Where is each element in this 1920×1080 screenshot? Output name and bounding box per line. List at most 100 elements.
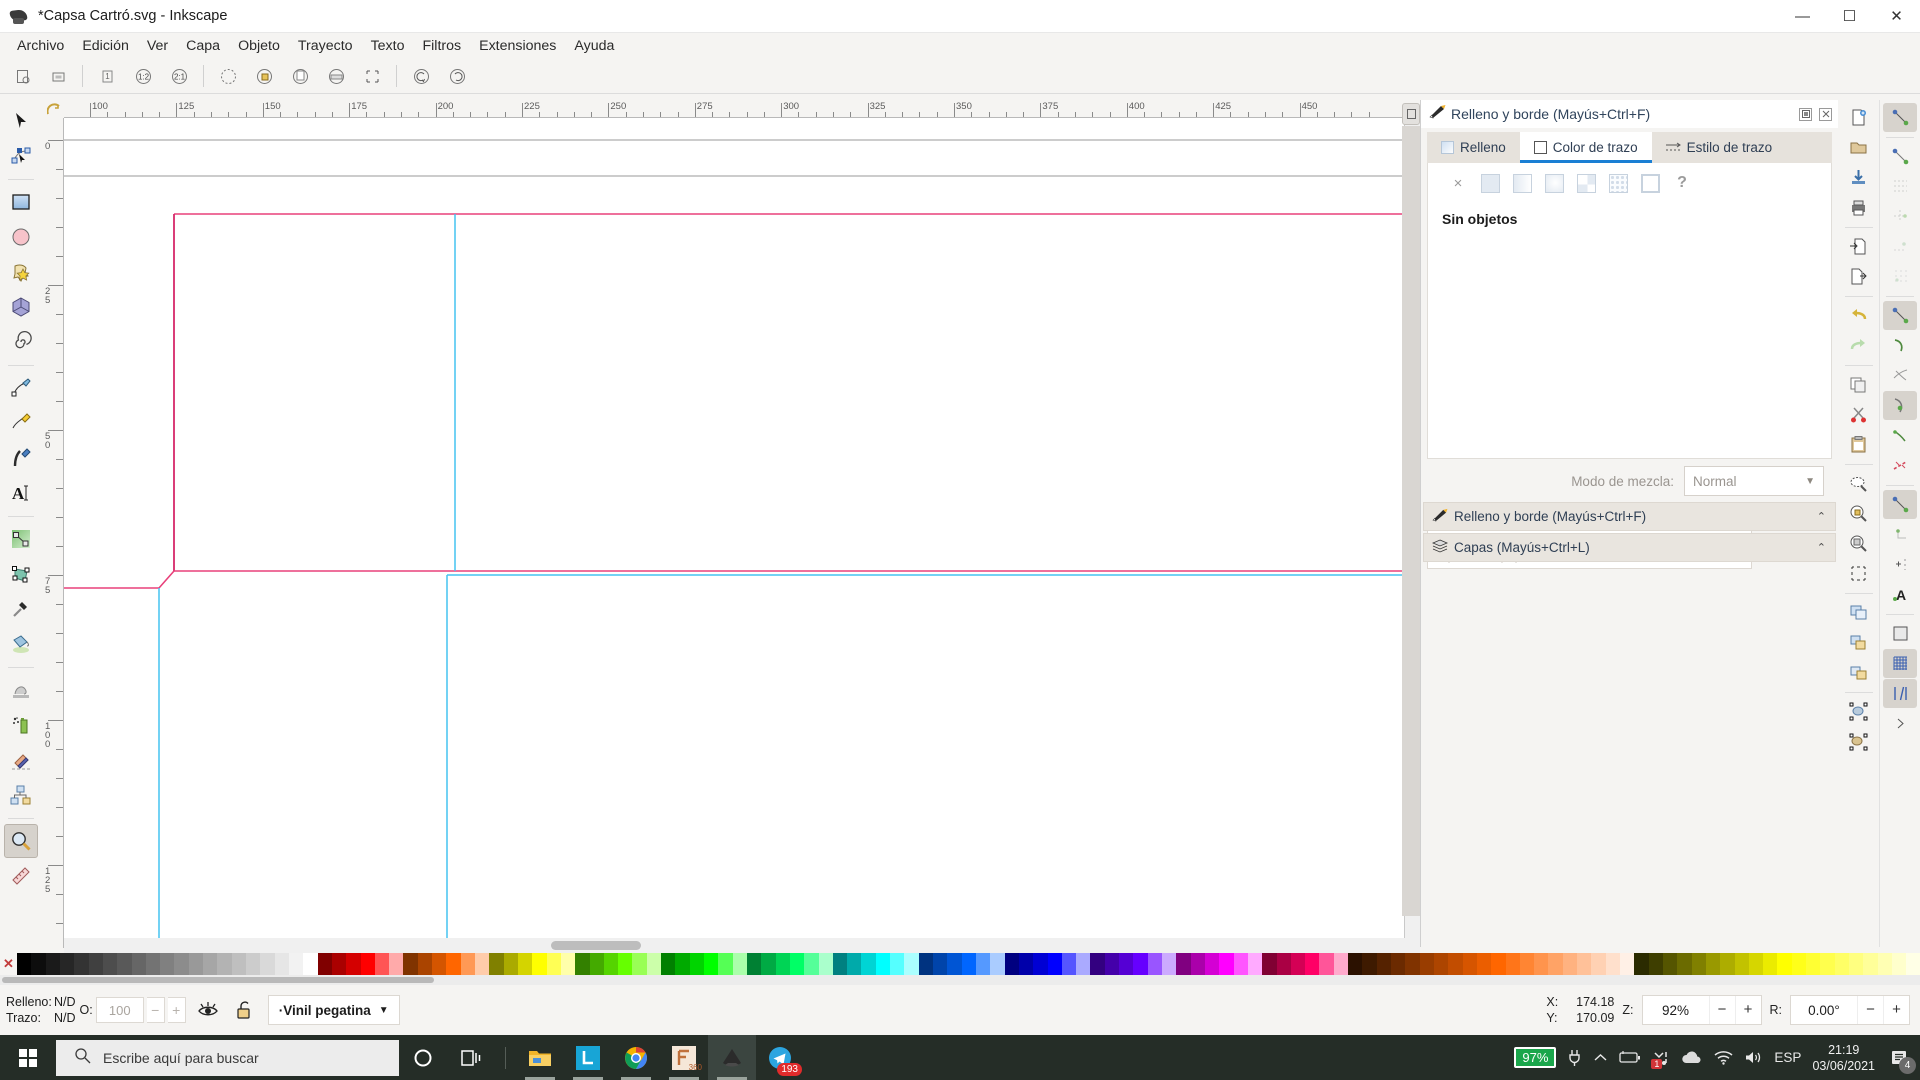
palette-swatch[interactable] (1233, 953, 1248, 975)
snap-rotation-center-icon[interactable] (1883, 550, 1917, 579)
palette-swatch[interactable] (1333, 953, 1349, 975)
speaker-icon[interactable] (1744, 1050, 1763, 1065)
tab-estilo-de-trazo[interactable]: Estilo de trazo (1652, 132, 1787, 163)
palette-swatch[interactable] (546, 953, 561, 975)
dropper-tool[interactable] (4, 592, 38, 626)
redo-icon[interactable] (1842, 331, 1876, 360)
copy-icon[interactable] (1842, 370, 1876, 399)
group-icon[interactable] (1842, 598, 1876, 627)
palette-swatch[interactable] (689, 953, 704, 975)
snap-enable-icon[interactable] (1883, 103, 1917, 132)
open-document-icon[interactable] (1842, 133, 1876, 162)
calligraphy-tool[interactable] (4, 441, 38, 475)
palette-swatch[interactable] (288, 953, 304, 975)
palette-swatch[interactable] (1720, 953, 1735, 975)
spray-tool[interactable] (4, 708, 38, 742)
palette-swatch[interactable] (1662, 953, 1678, 975)
show-hidden-icons-icon[interactable] (1593, 1052, 1608, 1064)
palette-swatch[interactable] (1877, 953, 1892, 975)
cortana-icon[interactable] (399, 1035, 447, 1080)
swatch-button[interactable] (1608, 173, 1628, 193)
dock-resize-grip[interactable] (1402, 126, 1420, 916)
zoom-drawing-fit-icon[interactable] (246, 61, 282, 91)
palette-swatch[interactable] (1448, 953, 1463, 975)
star-tool[interactable] (4, 255, 38, 289)
zoom-1to2-icon[interactable]: 1:2 (125, 61, 161, 91)
palette-swatch[interactable] (1591, 953, 1606, 975)
minimize-button[interactable]: — (1779, 0, 1826, 33)
paint-bucket-tool[interactable] (4, 627, 38, 661)
palette-swatch[interactable] (331, 953, 347, 975)
fill-stroke-indicator[interactable]: Relleno: N/D Trazo: N/D (6, 994, 76, 1026)
palette-scrollbar[interactable] (0, 975, 1920, 985)
palette-swatch[interactable] (1705, 953, 1721, 975)
menu-texto[interactable]: Texto (362, 35, 414, 57)
object-properties-icon[interactable] (1842, 697, 1876, 726)
chevron-up-icon[interactable]: ⌃ (1817, 541, 1826, 554)
node-tool[interactable] (4, 139, 38, 173)
palette-swatch[interactable] (532, 953, 547, 975)
zoom-page-fit-icon[interactable] (282, 61, 318, 91)
text-tool[interactable]: A (4, 476, 38, 510)
export-icon[interactable] (1842, 262, 1876, 291)
palette-swatch[interactable] (1376, 953, 1391, 975)
unlock-icon[interactable] (230, 996, 258, 1024)
palette-swatch[interactable] (1548, 953, 1563, 975)
paint-none-button[interactable]: × (1448, 173, 1468, 193)
palette-swatch[interactable] (303, 953, 318, 975)
palette-swatch[interactable] (1104, 953, 1120, 975)
collapsed-layers[interactable]: Capas (Mayús+Ctrl+L) ⌃ (1423, 533, 1836, 562)
save-document-icon[interactable] (1842, 163, 1876, 192)
palette-swatch[interactable] (832, 953, 848, 975)
palette-swatch[interactable] (131, 953, 146, 975)
palette-swatch[interactable] (904, 953, 919, 975)
zoom-value[interactable]: 92% (1643, 1003, 1709, 1018)
remove-color-button[interactable]: ✕ (0, 953, 17, 975)
color-palette[interactable]: ✕ (0, 953, 1920, 975)
snap-path-icon[interactable] (1883, 331, 1917, 360)
snap-bbox-edge-icon[interactable] (1883, 172, 1917, 201)
bezier-tool[interactable] (4, 406, 38, 440)
snap-nodes-icon[interactable] (1883, 301, 1917, 330)
rotation-value[interactable]: 0.00° (1791, 1003, 1857, 1018)
tab-relleno[interactable]: Relleno (1427, 132, 1520, 163)
menu-extensiones[interactable]: Extensiones (470, 35, 565, 57)
connector-tool[interactable] (4, 778, 38, 812)
palette-swatch[interactable] (1090, 953, 1105, 975)
palette-swatch[interactable] (417, 953, 433, 975)
snap-object-center-icon[interactable] (1883, 520, 1917, 549)
fusion360-icon[interactable]: 360 (660, 1035, 708, 1080)
snap-bbox-midpoint-icon[interactable] (1883, 232, 1917, 261)
palette-swatch[interactable] (947, 953, 962, 975)
snap-nodes-group-icon[interactable] (1883, 262, 1917, 291)
palette-swatch[interactable] (1763, 953, 1778, 975)
palette-swatch[interactable] (1906, 953, 1920, 975)
palette-swatch[interactable] (1505, 953, 1520, 975)
scrollbar-thumb[interactable] (551, 941, 641, 950)
menu-archivo[interactable]: Archivo (8, 35, 73, 57)
palette-swatch[interactable] (732, 953, 747, 975)
chrome-icon[interactable] (612, 1035, 660, 1080)
palette-swatch[interactable] (1276, 953, 1291, 975)
palette-swatch[interactable] (1791, 953, 1807, 975)
palette-swatch[interactable] (1476, 953, 1492, 975)
palette-swatch[interactable] (1419, 953, 1434, 975)
palette-swatch[interactable] (1162, 953, 1177, 975)
palette-swatch[interactable] (460, 953, 475, 975)
menu-edicion[interactable]: Edición (73, 35, 138, 57)
menu-objeto[interactable]: Objeto (229, 35, 289, 57)
palette-swatch[interactable] (1219, 953, 1234, 975)
palette-swatch[interactable] (875, 953, 891, 975)
undo-icon[interactable] (1842, 301, 1876, 330)
zoom-2to1-icon[interactable]: 2:1 (161, 61, 197, 91)
palette-swatch[interactable] (203, 953, 218, 975)
palette-swatch[interactable] (74, 953, 89, 975)
palette-swatch[interactable] (1605, 953, 1620, 975)
palette-swatch[interactable] (145, 953, 161, 975)
palette-swatch[interactable] (918, 953, 933, 975)
zoom-control[interactable]: 92% − + (1641, 995, 1762, 1025)
linear-gradient-button[interactable] (1512, 173, 1532, 193)
palette-swatch[interactable] (1491, 953, 1506, 975)
palette-swatch[interactable] (646, 953, 662, 975)
zoom-1to1-icon[interactable]: 1 (89, 61, 125, 91)
